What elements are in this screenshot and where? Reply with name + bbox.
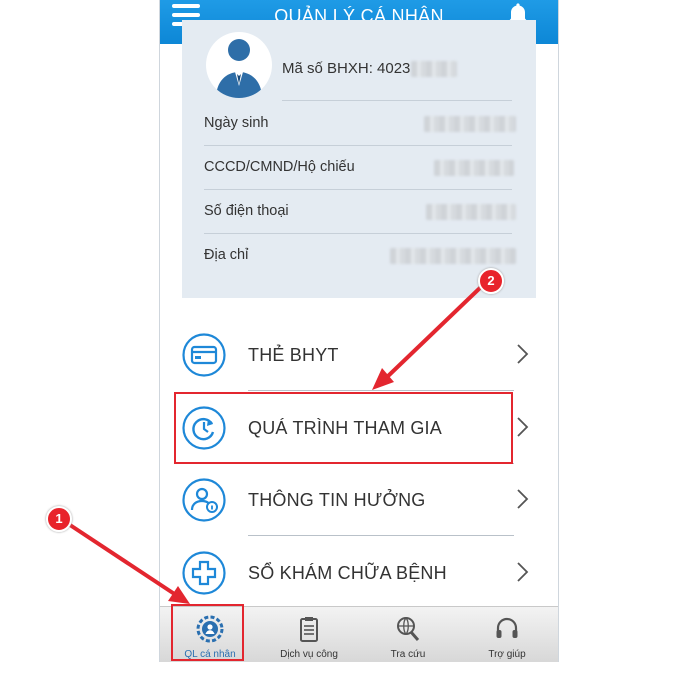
- info-row-address: Địa chỉ: [204, 233, 516, 278]
- chevron-right-icon: [517, 417, 529, 437]
- step-badge-2: 2: [478, 268, 504, 294]
- menu-item-label: THẺ BHYT: [248, 345, 339, 365]
- user-info-icon: [182, 478, 226, 522]
- health-card-icon: [182, 333, 226, 377]
- divider: [282, 100, 512, 101]
- user-avatar-icon: [216, 39, 262, 98]
- info-label: Địa chỉ: [204, 247, 249, 263]
- avatar: [206, 32, 272, 98]
- step-badge-1: 1: [46, 506, 72, 532]
- highlight-box-qua-trinh: [174, 392, 513, 464]
- menu-item-so-kham-chua-benh[interactable]: SỔ KHÁM CHỮA BỆNH: [160, 536, 558, 608]
- redacted-value: [434, 160, 514, 176]
- tab-dich-vu-cong[interactable]: Dịch vụ công: [269, 607, 349, 662]
- headset-icon: [496, 617, 518, 638]
- medical-cross-icon: [182, 551, 226, 595]
- profile-card: Mã số BHXH: 4023 Ngày sinh CCCD/CMND/Hộ …: [182, 20, 536, 298]
- redacted-value: [424, 116, 516, 132]
- menu-item-label: SỔ KHÁM CHỮA BỆNH: [248, 563, 447, 583]
- info-label: CCCD/CMND/Hộ chiếu: [204, 159, 355, 175]
- tab-tra-cuu[interactable]: Tra cứu: [368, 607, 448, 662]
- info-row-birthdate: Ngày sinh: [204, 102, 516, 146]
- phone-screen: QUẢN LÝ CÁ NHÂN Mã số BHXH: 4023 Ngày si…: [159, 0, 559, 662]
- chevron-right-icon: [517, 562, 529, 582]
- tab-label: Tra cứu: [390, 649, 426, 660]
- clipboard-icon: [300, 617, 318, 642]
- tab-label: Dịch vụ công: [280, 649, 338, 660]
- info-label: Ngày sinh: [204, 115, 269, 131]
- globe-search-icon: [397, 617, 420, 641]
- info-label: Số điện thoại: [204, 203, 289, 219]
- bhxh-number: Mã số BHXH: 4023: [282, 60, 458, 78]
- chevron-right-icon: [517, 344, 529, 364]
- menu-item-the-bhyt[interactable]: THẺ BHYT: [160, 318, 558, 390]
- menu-item-label: THÔNG TIN HƯỞNG: [248, 490, 426, 510]
- info-row-id: CCCD/CMND/Hộ chiếu: [204, 145, 514, 190]
- highlight-box-tab: [171, 604, 244, 661]
- chevron-right-icon: [517, 489, 529, 509]
- tab-label: Trợ giúp: [488, 649, 526, 660]
- redacted-value: [411, 61, 458, 78]
- menu-item-thong-tin-huong[interactable]: THÔNG TIN HƯỞNG: [160, 463, 558, 535]
- redacted-value: [390, 248, 516, 264]
- redacted-value: [426, 204, 516, 220]
- info-row-phone: Số điện thoại: [204, 189, 516, 234]
- tab-tro-giup[interactable]: Trợ giúp: [467, 607, 547, 662]
- bhxh-label: Mã số BHXH: 4023: [282, 60, 411, 77]
